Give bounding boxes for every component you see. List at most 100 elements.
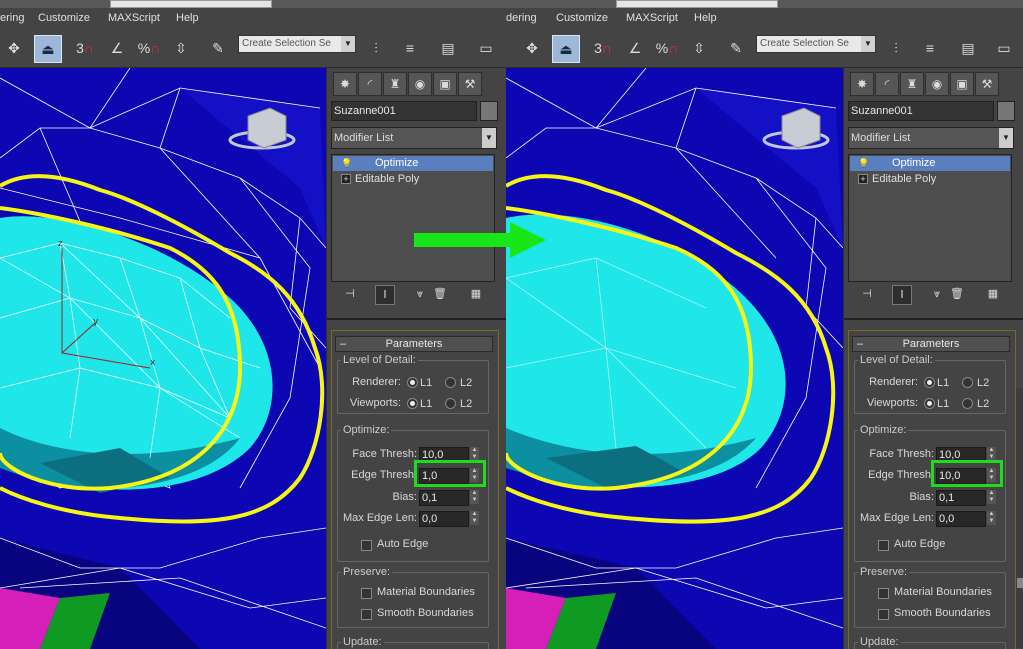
edit-named-selection-icon[interactable]: ✎ — [206, 35, 230, 61]
bias-spinner[interactable]: 0,1 — [936, 490, 986, 506]
angle-snap-icon[interactable]: ∠ — [622, 35, 648, 61]
viewports-l1-radio[interactable] — [407, 398, 418, 409]
mirror-icon[interactable]: ⫶ — [884, 35, 908, 61]
mirror-icon[interactable]: ⫶ — [364, 35, 388, 61]
align-icon[interactable]: ≡ — [398, 35, 422, 61]
percent-snap-icon[interactable]: %∩ — [654, 35, 680, 61]
menu-help[interactable]: Help — [694, 12, 717, 24]
modifier-list-dropdown[interactable]: Modifier List ▼ — [848, 127, 1014, 149]
spinner-arrows-icon[interactable]: ▲ ▼ — [470, 511, 479, 525]
layer-icon[interactable]: ▤ — [436, 35, 460, 61]
rollout-header[interactable]: – Parameters — [852, 336, 1010, 352]
renderer-l1-radio[interactable] — [407, 377, 418, 388]
display-tab-icon[interactable]: ▣ — [433, 72, 457, 96]
expand-icon[interactable]: + — [341, 174, 351, 184]
utilities-tab-icon[interactable]: ⚒ — [458, 72, 482, 96]
align-icon[interactable]: ≡ — [918, 35, 942, 61]
selection-set-dropdown[interactable]: Create Selection Se ▼ — [756, 35, 876, 53]
menu-maxscript[interactable]: MAXScript — [626, 12, 678, 24]
render-setup-icon[interactable]: ▭ — [990, 35, 1018, 61]
viewports-l1-radio[interactable] — [924, 398, 935, 409]
modify-tab-icon[interactable]: ◜ — [358, 72, 382, 96]
expand-icon[interactable]: + — [858, 174, 868, 184]
make-unique-icon[interactable]: ⩔ — [411, 285, 429, 303]
max-edge-spinner[interactable]: 0,0 — [936, 511, 986, 527]
menu-maxscript[interactable]: MAXScript — [108, 12, 160, 24]
select-object-icon[interactable]: ⏏ — [34, 35, 62, 63]
panel-scrollbar[interactable] — [1016, 388, 1023, 648]
spinner-arrows-icon[interactable]: ▲ ▼ — [470, 490, 479, 504]
menu-help[interactable]: Help — [176, 12, 199, 24]
spinner-arrows-icon[interactable]: ▲ ▼ — [470, 447, 479, 461]
menu-rendering[interactable]: dering — [506, 12, 537, 24]
angle-snap-icon[interactable]: ∠ — [104, 35, 130, 61]
search-field[interactable] — [110, 0, 272, 8]
bias-spinner[interactable]: 0,1 — [419, 490, 469, 506]
lightbulb-icon[interactable]: 💡 — [858, 158, 869, 168]
menu-rendering[interactable]: ering — [0, 12, 24, 24]
snap-icon[interactable]: 3∩ — [72, 35, 98, 61]
select-object-icon[interactable]: ⏏ — [552, 35, 580, 63]
move-icon[interactable]: ✥ — [520, 35, 544, 61]
pin-stack-icon[interactable]: ⊣ — [858, 285, 876, 303]
stack-item-optimize[interactable]: 💡 Optimize — [850, 156, 1010, 171]
edit-named-selection-icon[interactable]: ✎ — [724, 35, 748, 61]
renderer-l2-radio[interactable] — [445, 377, 456, 388]
modify-tab-icon[interactable]: ◜ — [875, 72, 899, 96]
viewports-l2-radio[interactable] — [445, 398, 456, 409]
motion-tab-icon[interactable]: ◉ — [408, 72, 432, 96]
hierarchy-tab-icon[interactable]: ♜ — [383, 72, 407, 96]
object-color-swatch[interactable] — [997, 101, 1015, 121]
max-edge-spinner[interactable]: 0,0 — [419, 511, 469, 527]
search-field[interactable] — [616, 0, 778, 8]
rollout-header[interactable]: – Parameters — [335, 336, 493, 352]
auto-edge-checkbox[interactable] — [361, 540, 372, 551]
menu-customize[interactable]: Customize — [38, 12, 90, 24]
spinner-arrows-icon[interactable]: ▲ ▼ — [987, 511, 996, 525]
move-icon[interactable]: ✥ — [2, 35, 26, 61]
renderer-l1-radio[interactable] — [924, 377, 935, 388]
perspective-viewport[interactable]: z y x — [0, 68, 326, 649]
scrollbar-thumb[interactable] — [1017, 578, 1023, 588]
show-end-result-icon[interactable]: Ⅰ — [375, 285, 395, 305]
utilities-tab-icon[interactable]: ⚒ — [975, 72, 999, 96]
spinner-arrows-icon[interactable]: ▲ ▼ — [987, 490, 996, 504]
object-name-field[interactable]: Suzanne001 — [331, 101, 477, 121]
motion-tab-icon[interactable]: ◉ — [925, 72, 949, 96]
render-setup-icon[interactable]: ▭ — [472, 35, 500, 61]
configure-sets-icon[interactable]: ▦ — [467, 285, 485, 303]
material-boundaries-checkbox[interactable] — [878, 588, 889, 599]
object-name-field[interactable]: Suzanne001 — [848, 101, 994, 121]
viewports-l2-radio[interactable] — [962, 398, 973, 409]
display-tab-icon[interactable]: ▣ — [950, 72, 974, 96]
smooth-boundaries-checkbox[interactable] — [361, 609, 372, 620]
spinner-arrows-icon[interactable]: ▲ ▼ — [987, 447, 996, 461]
remove-modifier-icon[interactable]: 🗑 — [948, 285, 966, 303]
pin-stack-icon[interactable]: ⊣ — [341, 285, 359, 303]
hierarchy-tab-icon[interactable]: ♜ — [900, 72, 924, 96]
auto-edge-checkbox[interactable] — [878, 540, 889, 551]
remove-modifier-icon[interactable]: 🗑 — [431, 285, 449, 303]
smooth-boundaries-checkbox[interactable] — [878, 609, 889, 620]
spinner-snap-icon[interactable]: ⇳ — [168, 35, 194, 61]
snap-icon[interactable]: 3∩ — [590, 35, 616, 61]
material-boundaries-checkbox[interactable] — [361, 588, 372, 599]
configure-sets-icon[interactable]: ▦ — [984, 285, 1002, 303]
menu-customize[interactable]: Customize — [556, 12, 608, 24]
renderer-l2-radio[interactable] — [962, 377, 973, 388]
create-tab-icon[interactable]: ✸ — [333, 72, 357, 96]
selection-set-dropdown[interactable]: Create Selection Se ▼ — [238, 35, 356, 53]
modifier-list-dropdown[interactable]: Modifier List ▼ — [331, 127, 497, 149]
create-tab-icon[interactable]: ✸ — [850, 72, 874, 96]
spinner-snap-icon[interactable]: ⇳ — [686, 35, 712, 61]
show-end-result-icon[interactable]: Ⅰ — [892, 285, 912, 305]
layer-icon[interactable]: ▤ — [956, 35, 980, 61]
make-unique-icon[interactable]: ⩔ — [928, 285, 946, 303]
stack-item-editable-poly[interactable]: + Editable Poly — [333, 172, 493, 187]
stack-item-editable-poly[interactable]: + Editable Poly — [850, 172, 1010, 187]
object-color-swatch[interactable] — [480, 101, 498, 121]
percent-snap-icon[interactable]: %∩ — [136, 35, 162, 61]
lightbulb-icon[interactable]: 💡 — [341, 158, 352, 168]
stack-item-optimize[interactable]: 💡 Optimize — [333, 156, 493, 171]
perspective-viewport[interactable] — [506, 68, 843, 649]
